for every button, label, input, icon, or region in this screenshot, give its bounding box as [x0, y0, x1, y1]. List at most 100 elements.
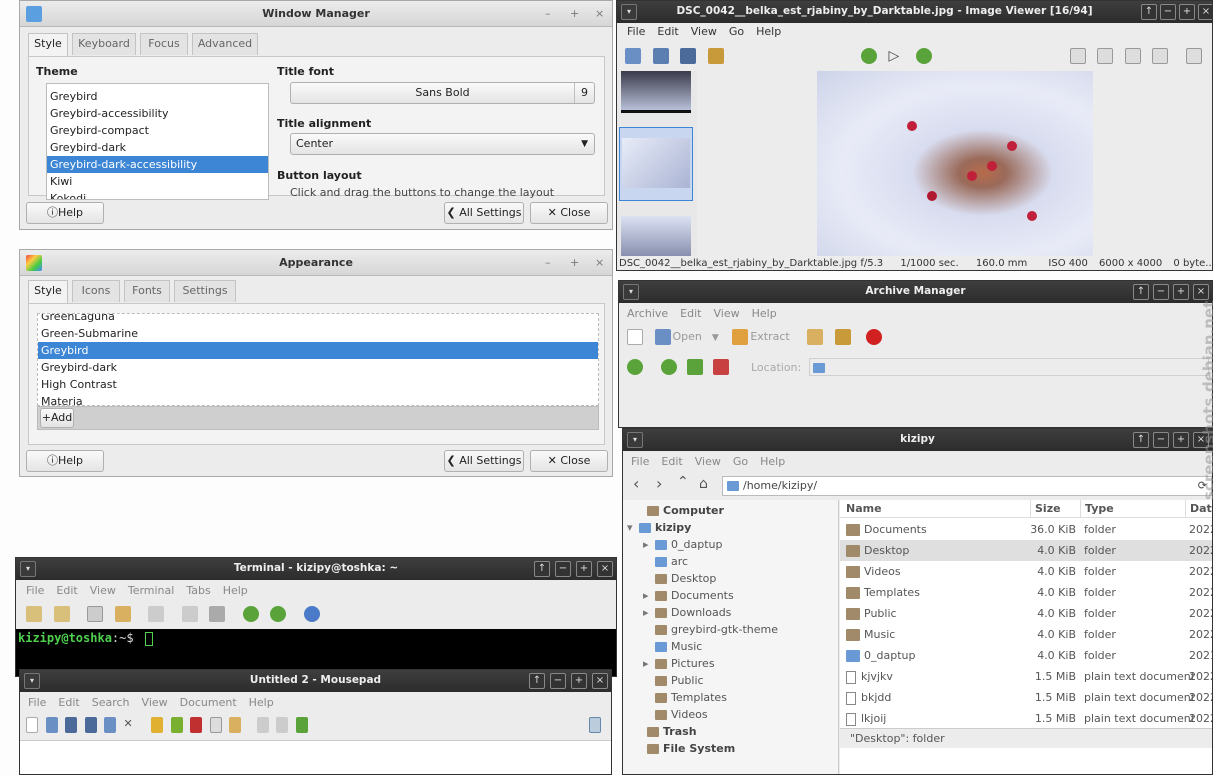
expander-icon[interactable]: ▸ [643, 655, 655, 672]
thumbnail-selected[interactable] [619, 127, 693, 201]
new-window-icon[interactable] [53, 606, 70, 622]
menu-file[interactable]: File [627, 25, 645, 38]
sidebar-item[interactable]: Desktop [643, 570, 716, 587]
menu-help[interactable]: Help [756, 25, 781, 38]
thumbnail[interactable] [621, 216, 691, 256]
menu-help[interactable]: Help [752, 307, 777, 320]
maximize-button[interactable]: + [570, 256, 579, 269]
close-window-button[interactable]: × [597, 561, 613, 577]
title-font-button[interactable]: Sans Bold 9 [290, 82, 595, 104]
list-item[interactable]: Greybird [47, 88, 268, 105]
help-icon[interactable] [303, 606, 320, 622]
add-files-icon[interactable] [807, 329, 824, 345]
tab-keyboard[interactable]: Keyboard [72, 33, 136, 55]
table-row[interactable]: Videos 4.0 KiB folder 2022- [840, 561, 1212, 582]
open-archive-icon[interactable] [654, 329, 671, 345]
sidebar-item[interactable]: ▸ 0_daptup [643, 536, 722, 553]
menu-go[interactable]: Go [733, 455, 748, 468]
back-arrow-icon[interactable] [861, 48, 877, 64]
menu-view[interactable]: View [691, 25, 717, 38]
forward-icon[interactable]: › [656, 474, 662, 493]
open-label[interactable]: Open [673, 330, 702, 343]
tab-icons[interactable]: Icons [72, 280, 120, 302]
sidebar-item[interactable]: Computer [635, 502, 724, 519]
fullscreen-icon[interactable] [181, 606, 198, 622]
sidebar-item[interactable]: Videos [643, 706, 708, 723]
save-icon[interactable] [65, 717, 77, 733]
menu-edit[interactable]: Edit [661, 455, 682, 468]
zoom-100-icon[interactable] [1152, 48, 1168, 64]
ap-titlebar[interactable]: Appearance – + × [20, 250, 612, 276]
sidebar-item[interactable]: Templates [643, 689, 727, 706]
home-icon[interactable] [713, 359, 729, 375]
menu-go[interactable]: Go [729, 25, 744, 38]
minimize-button[interactable]: − [1153, 432, 1169, 448]
minimize-button[interactable]: − [1160, 4, 1176, 20]
table-row[interactable]: bkjdd 1.5 MiB plain text document2022- [840, 687, 1212, 708]
table-row[interactable]: Public 4.0 KiB folder 2022- [840, 603, 1212, 624]
back-arrow-icon[interactable] [242, 606, 259, 622]
mp-titlebar[interactable]: ▾ Untitled 2 - Mousepad ↑ − + × [20, 670, 611, 692]
zoom-out-icon[interactable] [1097, 48, 1113, 64]
up-icon[interactable]: ⌃ [677, 474, 689, 490]
location-field[interactable] [809, 358, 1209, 376]
open-folder-icon[interactable] [625, 48, 641, 64]
table-row[interactable]: Documents 36.0 KiB folder 2022- [840, 519, 1212, 540]
up-arrow-icon[interactable] [687, 359, 703, 375]
title-alignment-select[interactable]: Center ▼ [290, 133, 595, 155]
maximize-button[interactable]: + [571, 673, 587, 689]
menu-help[interactable]: Help [223, 584, 248, 597]
sidebar-item[interactable]: arc [643, 553, 688, 570]
term-titlebar[interactable]: ▾ Terminal - kizipy@toshka: ~ ↑ − + × [16, 558, 616, 580]
table-row[interactable]: kjvjkv 1.5 MiB plain text document2022- [840, 666, 1212, 687]
list-item[interactable]: Greybird [38, 342, 598, 359]
keep-above-button[interactable]: ↑ [1133, 284, 1149, 300]
list-item[interactable]: Greybird-compact [47, 122, 268, 139]
maximize-button[interactable]: + [570, 7, 579, 20]
list-item[interactable]: Materia [38, 393, 598, 405]
expander-icon[interactable]: ▾ [627, 519, 639, 536]
preferences-icon[interactable] [209, 606, 225, 622]
list-item[interactable]: Greybird-dark [38, 359, 598, 376]
sidebar-item[interactable]: ▾ kizipy [627, 519, 691, 536]
forward-arrow-icon[interactable] [916, 48, 932, 64]
ar-titlebar[interactable]: ▾ Archive Manager ↑ − + × [619, 281, 1212, 303]
new-archive-icon[interactable] [627, 329, 643, 345]
menu-view[interactable]: View [695, 455, 721, 468]
copy-icon[interactable] [87, 606, 103, 622]
list-item[interactable]: High Contrast [38, 376, 598, 393]
minimize-button[interactable]: – [545, 256, 551, 269]
column-size[interactable]: Size [1030, 500, 1061, 518]
menu-edit[interactable]: Edit [56, 584, 77, 597]
redo-icon[interactable] [170, 717, 183, 733]
list-item[interactable]: Greybird-dark [47, 139, 268, 156]
extract-icon[interactable] [732, 329, 749, 345]
menu-edit[interactable]: Edit [680, 307, 701, 320]
goto-icon[interactable] [295, 717, 308, 733]
maximize-button[interactable]: + [1179, 4, 1195, 20]
undo-icon[interactable] [151, 717, 163, 733]
menu-view[interactable]: View [142, 696, 168, 709]
close-doc-icon[interactable]: ✕ [124, 717, 136, 733]
path-field[interactable]: /home/kizipy/ ⟳ [722, 476, 1212, 496]
table-row[interactable]: lkjoij 1.5 MiB plain text document2022- [840, 708, 1212, 729]
add-folder-icon[interactable] [834, 329, 851, 345]
maximize-button[interactable]: + [1173, 432, 1189, 448]
tab-style[interactable]: Style [28, 280, 68, 303]
column-date[interactable]: Date [1185, 500, 1212, 518]
table-row[interactable]: 0_daptup 4.0 KiB folder 2021- [840, 645, 1212, 666]
sidebar-item[interactable]: Trash [635, 723, 697, 740]
maximize-button[interactable]: + [576, 561, 592, 577]
back-icon[interactable]: ‹ [633, 474, 639, 493]
close-window-button[interactable]: × [592, 673, 608, 689]
close-window-button[interactable]: × [1193, 284, 1209, 300]
all-settings-button[interactable]: ❮ All Settings [444, 450, 524, 472]
keep-above-button[interactable]: ↑ [534, 561, 550, 577]
chevron-down-icon[interactable]: ▼ [712, 333, 719, 343]
all-settings-button[interactable]: ❮ All Settings [444, 202, 524, 224]
close-button[interactable]: ✕ Close [530, 202, 608, 224]
maximize-button[interactable]: + [1173, 284, 1189, 300]
sidebar-item[interactable]: File System [635, 740, 735, 757]
help-button[interactable]: ⓘHelp [26, 450, 104, 472]
wm-titlebar[interactable]: Window Manager – + × [20, 1, 612, 27]
